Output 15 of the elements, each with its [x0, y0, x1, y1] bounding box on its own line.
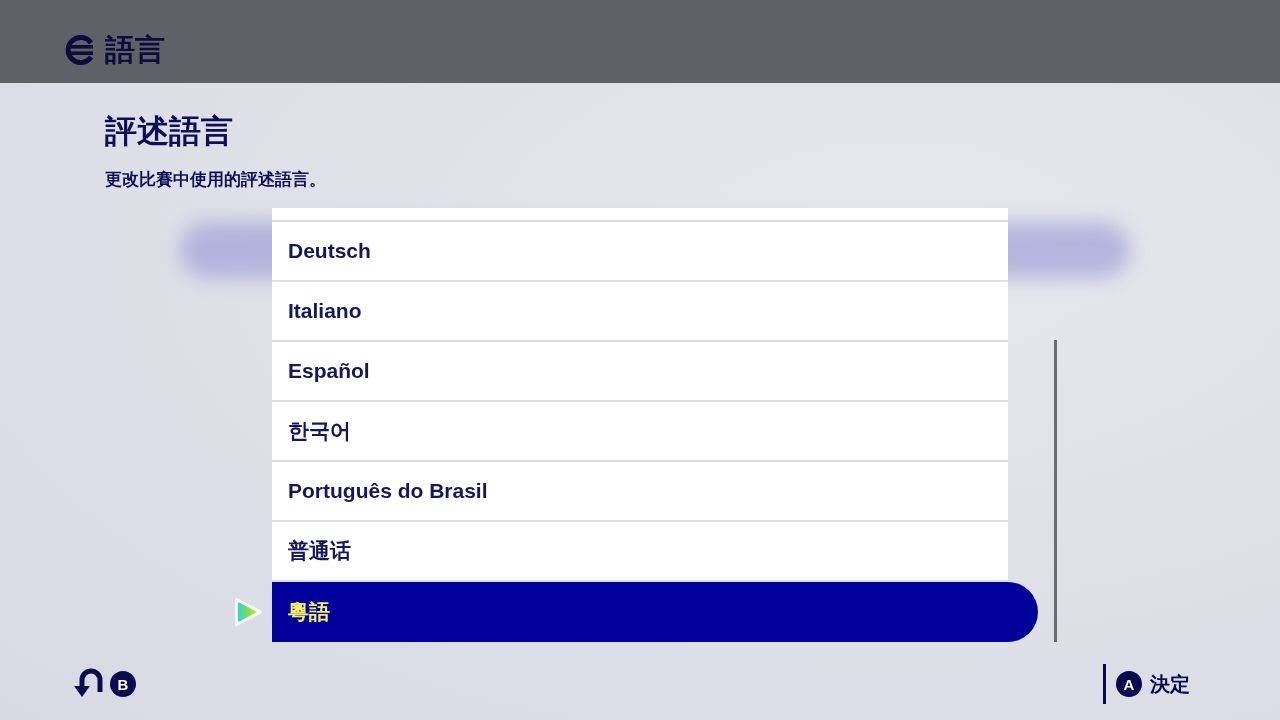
- section-title: 評述語言: [105, 112, 233, 151]
- language-option[interactable]: Español: [272, 342, 1008, 402]
- controller-button-glyph: B: [110, 671, 136, 697]
- cursor-triangle-icon: [234, 597, 263, 627]
- language-option[interactable]: Português do Brasil: [272, 462, 1008, 522]
- controller-button-glyph: A: [1116, 671, 1142, 697]
- language-option[interactable]: Italiano: [272, 282, 1008, 342]
- scrollbar-thumb[interactable]: [1054, 340, 1057, 642]
- language-option[interactable]: Deutsch: [272, 222, 1008, 282]
- language-option[interactable]: 한국어: [272, 402, 1008, 462]
- language-option[interactable]: 普通话: [272, 522, 1008, 582]
- logo-icon: [65, 34, 95, 65]
- screen-title: 語言: [105, 31, 165, 68]
- section-description: 更改比賽中使用的評述語言。: [105, 169, 326, 191]
- confirm-label: 決定: [1150, 671, 1190, 697]
